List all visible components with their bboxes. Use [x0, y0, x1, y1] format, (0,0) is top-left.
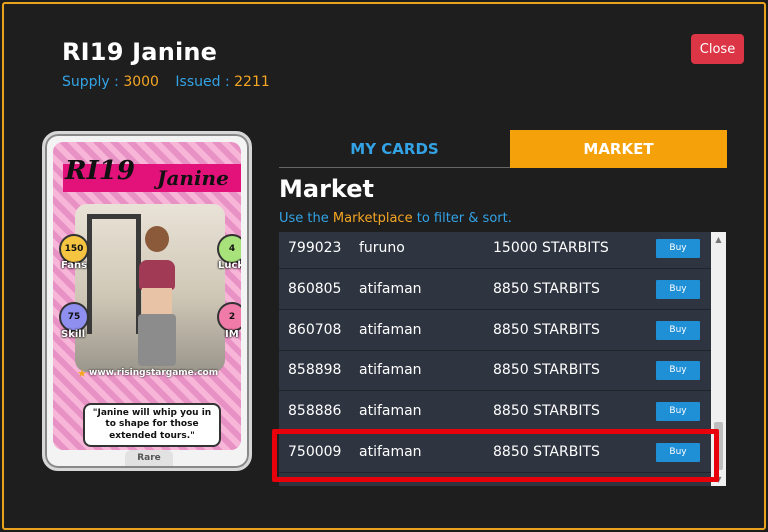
supply-issued-info: Supply : 3000 Issued : 2211	[62, 74, 282, 90]
listing-seller: atifaman	[359, 322, 422, 338]
issued-value: 2211	[234, 74, 270, 90]
scroll-down-arrow-icon[interactable]: ▼	[711, 472, 726, 486]
supply-value: 3000	[123, 74, 159, 90]
market-listings: 799023 furuno 15000 STARBITS Buy 860805 …	[279, 232, 711, 486]
listing-price: 8850 STARBITS	[493, 444, 600, 460]
buy-button[interactable]: Buy	[656, 279, 700, 299]
listing-price: 8850 STARBITS	[493, 362, 600, 378]
listing-id: 750009	[288, 444, 342, 460]
table-row: 858898 atifaman 8850 STARBITS Buy	[279, 350, 711, 391]
issued-label: Issued :	[175, 74, 230, 90]
card-rarity: Rare	[125, 450, 173, 466]
supply-label: Supply :	[62, 74, 119, 90]
table-row: 858886 atifaman 8850 STARBITS Buy	[279, 391, 711, 432]
buy-button[interactable]: Buy	[656, 442, 700, 462]
table-row: 860708 atifaman 8850 STARBITS Buy	[279, 310, 711, 351]
tab-my-cards[interactable]: MY CARDS	[279, 130, 510, 168]
listing-id: 799023	[288, 240, 342, 256]
buy-button[interactable]: Buy	[656, 238, 700, 258]
skill-stat-label: Skill	[61, 329, 86, 340]
table-row: 799023 furuno 15000 STARBITS Buy	[279, 232, 711, 269]
card-photo	[75, 204, 225, 372]
listing-price: 15000 STARBITS	[493, 240, 609, 256]
fans-stat-label: Fans	[61, 260, 88, 271]
marketplace-link[interactable]: Marketplace	[333, 211, 413, 226]
listing-price: 8850 STARBITS	[493, 322, 600, 338]
listing-price: 8850 STARBITS	[493, 281, 600, 297]
card-name: Janine	[157, 166, 229, 190]
im-stat-badge: 2	[217, 302, 241, 332]
luck-stat-label: Luck	[218, 260, 241, 271]
listing-id: 858886	[288, 403, 342, 419]
character-figure	[133, 226, 181, 366]
buy-button[interactable]: Buy	[656, 360, 700, 380]
listing-id: 860708	[288, 322, 342, 338]
listing-seller: atifaman	[359, 403, 422, 419]
card-quote: "Janine will whip you in to shape for th…	[83, 403, 221, 447]
listing-id: 860805	[288, 281, 342, 297]
listing-seller: atifaman	[359, 362, 422, 378]
buy-button[interactable]: Buy	[656, 401, 700, 421]
listings-scrollbar[interactable]: ▲ ▼	[711, 232, 726, 486]
im-stat-label: IM	[225, 329, 239, 340]
table-row: 750009 atifaman 8850 STARBITS Buy	[279, 432, 711, 473]
card-title: RI19 Janine	[62, 38, 218, 66]
hint-prefix: Use the	[279, 211, 329, 226]
scroll-thumb[interactable]	[714, 422, 723, 470]
listing-id: 858898	[288, 362, 342, 378]
market-hint: Use the Marketplace to filter & sort.	[279, 211, 512, 226]
card-website: www.risingstargame.com	[89, 368, 219, 378]
listing-seller: atifaman	[359, 444, 422, 460]
skill-stat-badge: 75	[59, 302, 89, 332]
listing-seller: atifaman	[359, 281, 422, 297]
tab-market[interactable]: MARKET	[510, 130, 727, 168]
listing-price: 8850 STARBITS	[493, 403, 600, 419]
listing-seller: furuno	[359, 240, 405, 256]
star-icon: ★	[77, 367, 87, 380]
card-image: RI19 Janine 150 Fans 4 Luck 75 Skill 2 I…	[42, 131, 252, 471]
card-face: RI19 Janine 150 Fans 4 Luck 75 Skill 2 I…	[53, 142, 241, 450]
close-button[interactable]: Close	[691, 34, 744, 64]
buy-button[interactable]: Buy	[656, 320, 700, 340]
scroll-up-arrow-icon[interactable]: ▲	[711, 232, 726, 246]
table-row: 860805 atifaman 8850 STARBITS Buy	[279, 269, 711, 310]
hint-suffix: to filter & sort.	[416, 211, 512, 226]
market-heading: Market	[279, 175, 374, 203]
card-code: RI19	[65, 156, 135, 186]
